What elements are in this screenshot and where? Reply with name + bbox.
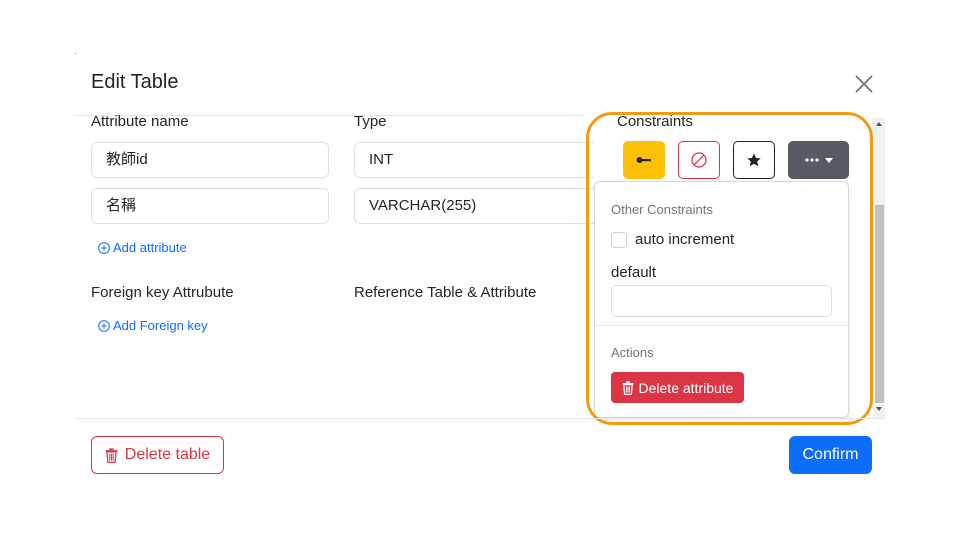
- reference-table-header: Reference Table & Attribute: [354, 284, 537, 301]
- plus-circle-icon: [98, 241, 110, 254]
- modal-title: Edit Table: [91, 71, 179, 93]
- add-attribute-label: Add attribute: [113, 240, 187, 255]
- attribute-type-input[interactable]: INT: [354, 142, 594, 178]
- other-constraints-heading: Other Constraints: [611, 202, 713, 217]
- delete-attribute-button[interactable]: Delete attribute: [611, 372, 744, 403]
- delete-table-button[interactable]: Delete table: [91, 436, 224, 474]
- trash-icon: [622, 380, 634, 395]
- default-label: default: [611, 264, 657, 281]
- attribute-name-header: Attribute name: [91, 113, 189, 130]
- unique-button[interactable]: [733, 141, 775, 179]
- plus-circle-icon: [98, 319, 110, 332]
- footer-divider: [75, 418, 885, 419]
- attribute-name-input[interactable]: 名稱: [91, 188, 329, 224]
- key-icon: [636, 157, 651, 163]
- add-foreign-key-label: Add Foreign key: [113, 318, 208, 333]
- not-null-button[interactable]: [678, 141, 720, 179]
- primary-key-button[interactable]: [623, 141, 665, 179]
- confirm-button[interactable]: Confirm: [789, 436, 872, 474]
- more-options-button[interactable]: [788, 141, 849, 179]
- type-header: Type: [354, 113, 387, 130]
- scroll-down-icon[interactable]: [875, 405, 883, 413]
- default-value-input[interactable]: [611, 285, 832, 317]
- ban-icon: [691, 152, 707, 168]
- foreign-key-header: Foreign key Attrubute: [91, 284, 234, 301]
- add-foreign-key-link[interactable]: Add Foreign key: [98, 318, 208, 333]
- trash-icon: [105, 447, 118, 463]
- scroll-up-icon[interactable]: [875, 120, 883, 128]
- scrollbar-thumb[interactable]: [875, 205, 884, 403]
- add-attribute-link[interactable]: Add attribute: [98, 240, 187, 255]
- dropdown-divider: [595, 325, 848, 326]
- close-icon[interactable]: [853, 73, 875, 95]
- constraints-dropdown-menu: Other Constraints auto increment default…: [594, 181, 849, 418]
- stray-pixel: [75, 53, 76, 54]
- delete-table-label: Delete table: [124, 446, 211, 463]
- attribute-type-input[interactable]: VARCHAR(255): [354, 188, 594, 224]
- auto-increment-label: auto increment: [635, 231, 735, 248]
- ellipsis-icon: [804, 158, 819, 162]
- constraints-header: Constraints: [617, 113, 693, 130]
- attribute-name-input[interactable]: 教師id: [91, 142, 329, 178]
- actions-heading: Actions: [611, 345, 654, 360]
- caret-down-icon: [824, 157, 833, 163]
- star-icon: [747, 153, 761, 167]
- auto-increment-checkbox[interactable]: [611, 232, 627, 248]
- delete-attribute-label: Delete attribute: [638, 379, 734, 396]
